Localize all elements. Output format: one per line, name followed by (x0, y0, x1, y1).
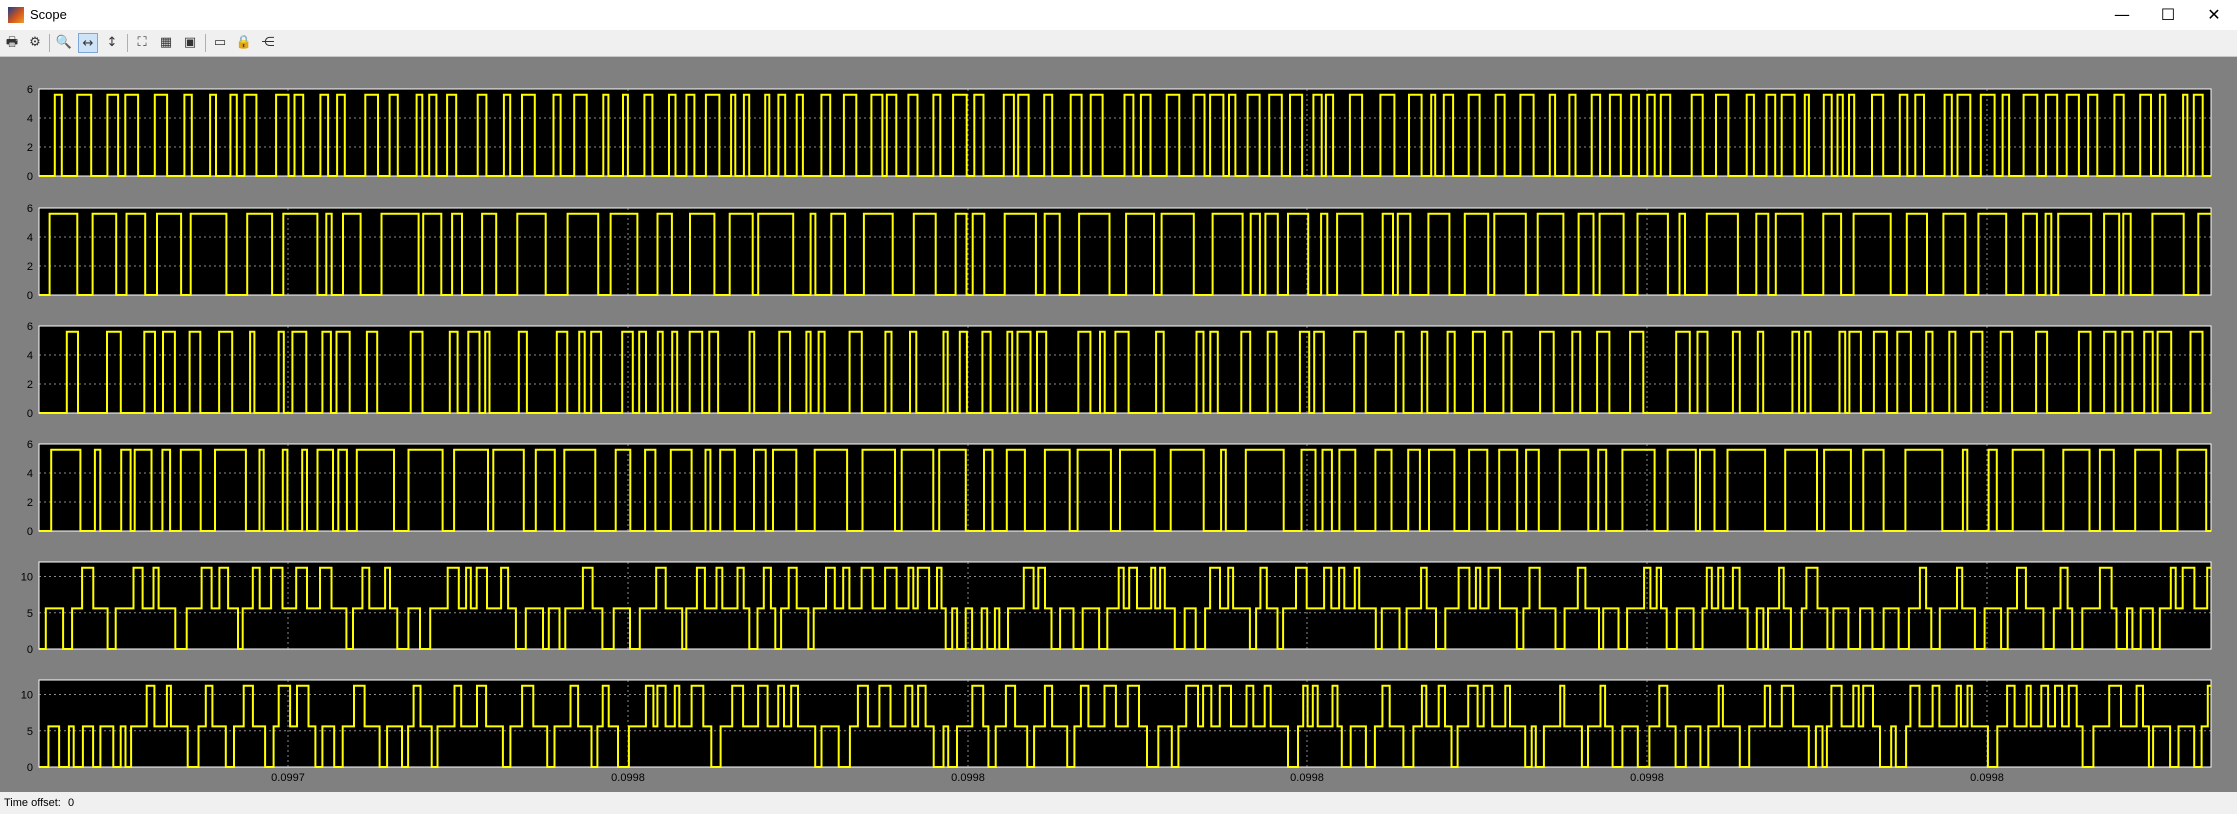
y-tick-label: 0 (27, 171, 33, 183)
x-tick-label: 0.0998 (1290, 772, 1324, 784)
y-tick-label: 2 (27, 261, 33, 273)
minimize-button[interactable]: — (2099, 0, 2145, 30)
axes-background (38, 325, 2212, 414)
y-tick-label: 0 (27, 290, 33, 302)
y-tick-label: 4 (27, 232, 33, 244)
scope-plot-area: 0 2 4 6 0 2 4 6 0 2 4 6 0 2 4 6 0 5 10 0 5 10 0.0997 0.0998 0.09… (21, 84, 2212, 784)
y-tick-label: 0 (27, 526, 33, 538)
toolbar-separator (205, 34, 206, 52)
floating-scope-button[interactable]: ▭ (210, 33, 230, 53)
x-tick-label: 0.0998 (1970, 772, 2004, 784)
y-tick-label: 4 (27, 113, 33, 125)
x-tick-label: 0.0997 (271, 772, 305, 784)
print-button[interactable]: 🖶 (2, 33, 22, 53)
scope-axes-3: 0 2 4 6 (27, 321, 2212, 420)
y-tick-label: 6 (27, 439, 33, 451)
scope-axes-5: 0 5 10 (21, 561, 2212, 656)
toolbar-separator (49, 34, 50, 52)
y-tick-label: 5 (27, 726, 33, 738)
y-tick-label: 2 (27, 142, 33, 154)
y-tick-label: 0 (27, 644, 33, 656)
zoom-button[interactable]: 🔍 (54, 33, 74, 53)
save-axes-button[interactable]: ▦ (156, 33, 176, 53)
y-tick-label: 0 (27, 762, 33, 774)
y-tick-label: 0 (27, 408, 33, 420)
y-tick-label: 10 (21, 572, 33, 584)
toolbar-separator (127, 34, 128, 52)
y-tick-label: 4 (27, 350, 33, 362)
y-tick-label: 2 (27, 379, 33, 391)
axes-background (38, 443, 2212, 532)
close-button[interactable]: ✕ (2191, 0, 2237, 30)
y-tick-label: 6 (27, 84, 33, 96)
status-bar: Time offset: 0 (0, 792, 2237, 814)
title-bar: Scope — ☐ ✕ (0, 0, 2237, 31)
time-offset-label: Time offset: (4, 797, 61, 809)
signal-selection-button[interactable]: ⋲ (258, 33, 278, 53)
scope-axes-4: 0 2 4 6 (27, 439, 2212, 538)
scope-axes-2: 0 2 4 6 (27, 203, 2212, 302)
restore-axes-button[interactable]: ▣ (180, 33, 200, 53)
axes-background (38, 561, 2212, 650)
x-tick-label: 0.0998 (1630, 772, 1664, 784)
y-tick-label: 4 (27, 468, 33, 480)
matlab-icon (8, 7, 24, 23)
x-tick-label: 0.0998 (951, 772, 985, 784)
y-tick-label: 5 (27, 608, 33, 620)
axes-background (38, 207, 2212, 296)
parameters-button[interactable]: ⚙ (25, 33, 45, 53)
zoom-y-button[interactable]: ↕ (102, 33, 122, 53)
y-tick-label: 10 (21, 690, 33, 702)
window-title: Scope (30, 7, 67, 22)
maximize-button[interactable]: ☐ (2145, 0, 2191, 30)
scope-axes-1: 0 2 4 6 (27, 84, 2212, 183)
y-tick-label: 6 (27, 321, 33, 333)
lock-axes-button[interactable]: 🔒 (234, 33, 254, 53)
y-tick-label: 2 (27, 497, 33, 509)
scope-axes-6: 0 5 10 (21, 679, 2212, 774)
y-tick-label: 6 (27, 203, 33, 215)
zoom-x-button[interactable]: ↔ (78, 33, 98, 53)
x-tick-label: 0.0998 (611, 772, 645, 784)
toolbar: 🖶 ⚙ 🔍 ↔ ↕ ⛶ ▦ ▣ ▭ 🔒 ⋲ (0, 30, 2237, 57)
autoscale-button[interactable]: ⛶ (132, 33, 152, 53)
time-offset-value: 0 (68, 797, 75, 809)
